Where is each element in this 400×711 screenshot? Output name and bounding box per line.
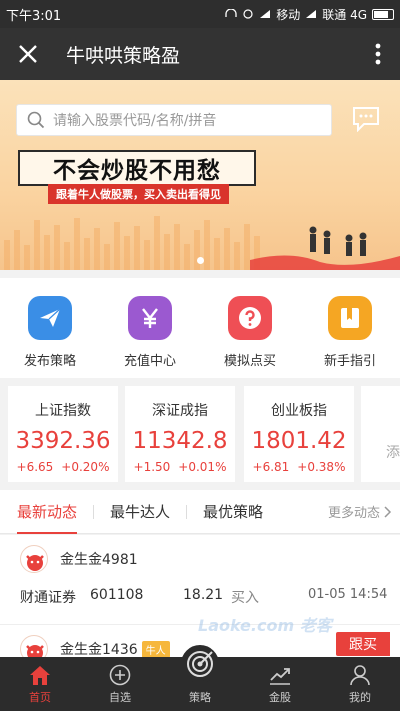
page-dot — [196, 257, 204, 264]
index-pct: +0.01% — [178, 460, 227, 474]
trade-code: 601108 — [90, 587, 144, 603]
quick-action-newbie-guide[interactable]: 新手指引 — [300, 278, 400, 378]
index-value: 1801.42 — [251, 428, 347, 454]
close-icon — [19, 45, 37, 63]
nav-label: 自选 — [109, 691, 131, 704]
search-placeholder: 请输入股票代码/名称/拼音 — [53, 113, 217, 129]
feed-username-text: 金生金1436 — [60, 642, 138, 657]
avatar — [20, 635, 48, 657]
nav-label: 金股 — [269, 691, 291, 704]
nav-label: 策略 — [189, 691, 211, 704]
index-name: 创业板指 — [271, 403, 327, 419]
nav-strategy[interactable]: 策略 — [160, 645, 240, 711]
yen-icon — [128, 296, 172, 340]
trade-action: 买入 — [231, 590, 259, 606]
target-icon — [181, 645, 219, 683]
index-value: 3392.36 — [15, 428, 111, 454]
more-menu-button[interactable] — [356, 28, 400, 80]
expert-badge: 牛人 — [141, 641, 170, 657]
book-icon — [328, 296, 372, 340]
quick-action-recharge[interactable]: 充值中心 — [100, 278, 200, 378]
feed-username: 金生金4981 — [60, 552, 138, 568]
status-time: 下午3:01 — [6, 8, 62, 24]
tab-divider — [93, 504, 95, 519]
headphone-icon — [225, 9, 237, 17]
status-icons: 移动 联通 4G — [225, 6, 394, 23]
banner-subslogan: 跟着牛人做股票，买入卖出看得见 — [48, 184, 229, 204]
search-icon — [27, 111, 45, 129]
battery-icon — [372, 8, 394, 20]
nav-profile[interactable]: 我的 — [320, 657, 400, 711]
status-bar: 下午3:01 移动 联通 4G — [0, 0, 400, 28]
carrier-2: 联通 4G — [322, 7, 367, 22]
trade-time: 01-05 14:54 — [308, 587, 388, 602]
quick-action-simulated-buy[interactable]: 模拟点买 — [200, 278, 300, 378]
nav-label: 首页 — [29, 691, 51, 704]
trend-chart-icon — [270, 668, 290, 685]
message-icon[interactable] — [352, 106, 380, 132]
index-card-cyb[interactable]: 创业板指 1801.42 +6.81 +0.38% — [244, 386, 354, 482]
quick-action-label: 充值中心 — [123, 354, 176, 369]
chevron-right-icon — [384, 505, 392, 518]
index-add-card[interactable]: 添 — [361, 386, 400, 482]
index-change: +6.81 — [252, 460, 290, 474]
tab-best-strategies[interactable]: 最优策略 — [203, 490, 263, 534]
follow-buy-button[interactable]: 跟买 — [336, 632, 390, 656]
page-title: 牛哄哄策略盈 — [66, 44, 181, 67]
index-card-sz[interactable]: 深证成指 11342.8 +1.50 +0.01% — [125, 386, 235, 482]
index-value: 11342.8 — [132, 428, 228, 454]
watermark: Laoke.com 老客 — [198, 616, 332, 635]
index-change: +6.65 — [16, 460, 54, 474]
quick-action-label: 新手指引 — [323, 354, 376, 369]
signal-icon — [260, 10, 271, 18]
nav-home[interactable]: 首页 — [0, 657, 80, 711]
app-bar: 牛哄哄策略盈 — [0, 28, 400, 80]
more-feed-label: 更多动态 — [327, 506, 380, 521]
quick-actions: 发布策略 充值中心 模拟点买 新手指引 — [0, 278, 400, 378]
alarm-icon — [243, 9, 253, 19]
close-button[interactable] — [0, 28, 56, 80]
index-pct: +0.38% — [297, 460, 346, 474]
tab-divider — [186, 504, 188, 519]
tab-latest[interactable]: 最新动态 — [17, 490, 78, 534]
stock-search-input[interactable]: 请输入股票代码/名称/拼音 — [16, 104, 332, 136]
bottom-nav: 首页 自选 策略 金股 我的 — [0, 645, 400, 711]
trade-price: 18.21 — [183, 587, 224, 603]
carrier-1: 移动 — [276, 7, 301, 22]
user-icon — [350, 665, 370, 686]
signal-icon-2 — [306, 10, 317, 18]
index-name: 深证成指 — [152, 403, 208, 419]
feed-username: 金生金1436 牛人 — [60, 639, 170, 657]
tab-top-experts[interactable]: 最牛达人 — [110, 490, 170, 534]
market-indices: 上证指数 3392.36 +6.65 +0.20% 深证成指 11342.8 +1… — [0, 386, 400, 482]
nav-label: 我的 — [349, 691, 371, 704]
quick-action-publish-strategy[interactable]: 发布策略 — [0, 278, 100, 378]
index-change: +1.50 — [133, 460, 171, 474]
index-pct: +0.20% — [61, 460, 110, 474]
promo-banner[interactable]: 请输入股票代码/名称/拼音 不会炒股不用愁 跟着牛人做股票，买入卖出看得见 — [0, 80, 400, 270]
plus-circle-icon — [109, 664, 131, 686]
banner-slogan: 不会炒股不用愁 — [18, 150, 256, 186]
question-icon — [228, 296, 272, 340]
avatar — [20, 545, 48, 573]
slogan-text: 不会炒股不用愁 — [53, 158, 221, 184]
trade-broker: 财通证券 — [20, 590, 76, 606]
index-card-sh[interactable]: 上证指数 3392.36 +6.65 +0.20% — [8, 386, 118, 482]
nav-watchlist[interactable]: 自选 — [80, 657, 160, 711]
index-name: 上证指数 — [35, 403, 91, 419]
home-icon — [30, 666, 50, 685]
nav-gold-stocks[interactable]: 金股 — [240, 657, 320, 711]
quick-action-label: 发布策略 — [23, 354, 76, 369]
feed-tabs: 最新动态 最牛达人 最优策略 更多动态 — [0, 490, 400, 534]
banner-page-indicator — [0, 257, 400, 264]
more-vertical-icon — [375, 43, 381, 65]
more-feed-link[interactable]: 更多动态 — [328, 502, 392, 521]
paper-plane-icon — [28, 296, 72, 340]
quick-action-label: 模拟点买 — [223, 354, 276, 369]
